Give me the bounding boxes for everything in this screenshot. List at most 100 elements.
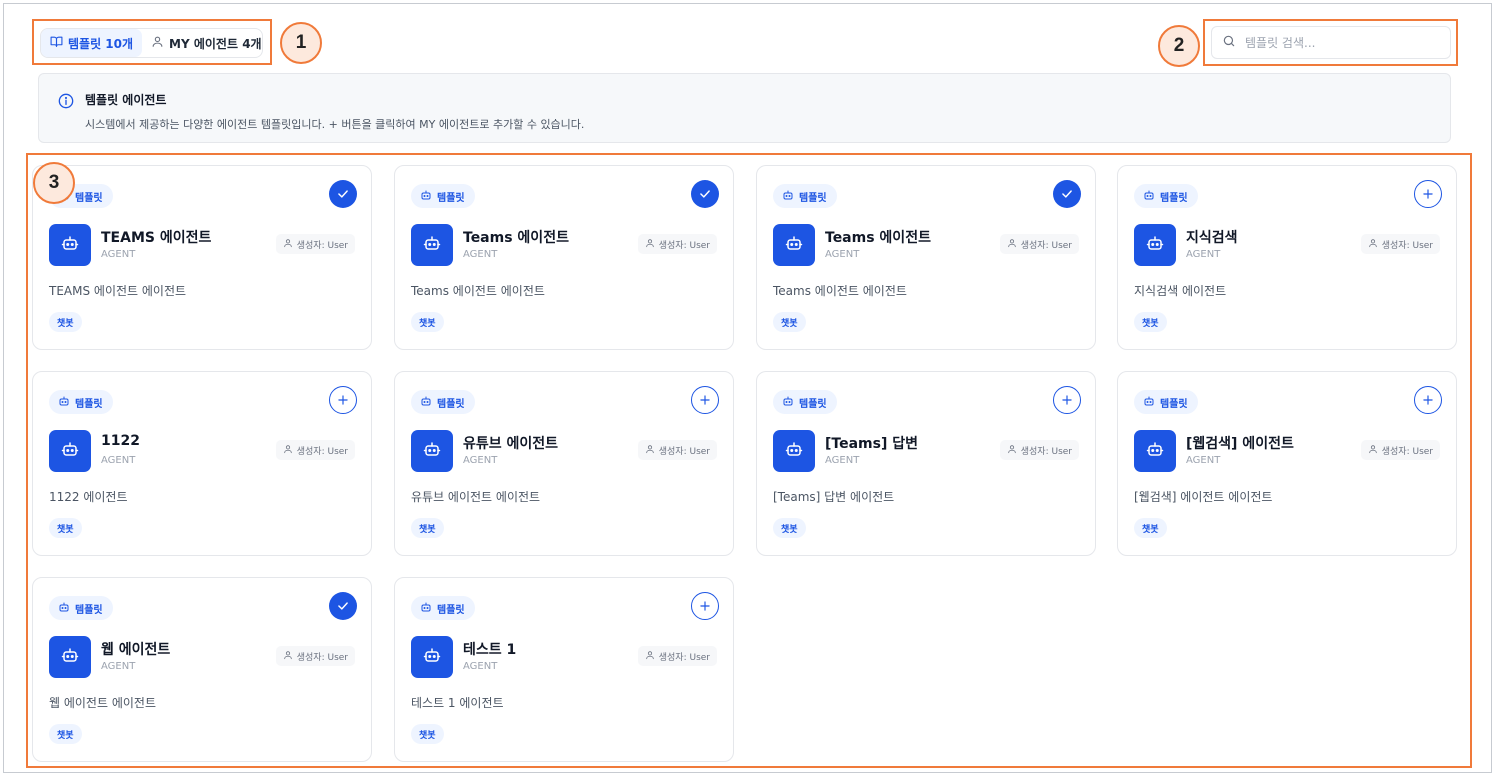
creator-badge: 생성자: User (999, 234, 1079, 254)
robot-icon (1143, 189, 1155, 204)
added-check-button[interactable] (1053, 180, 1081, 208)
category-tag: 챗봇 (773, 518, 806, 538)
category-tag: 챗봇 (1134, 312, 1167, 332)
template-badge-label: 템플릿 (1160, 192, 1188, 204)
template-badge-label: 템플릿 (75, 192, 103, 204)
agent-card[interactable]: 템플릿 유튜브 에이전트 AGENT 생성자: User 유튜브 에이전트 에이… (394, 371, 734, 556)
creator-badge: 생성자: User (637, 646, 717, 666)
template-badge-label: 템플릿 (437, 192, 465, 204)
agent-card[interactable]: 템플릿 테스트 1 AGENT 생성자: User 테스트 1 에이전트 챗봇 (394, 577, 734, 762)
search-input[interactable] (1245, 35, 1435, 50)
agent-avatar (1134, 430, 1176, 472)
robot-icon (423, 646, 441, 668)
agent-type: AGENT (101, 455, 136, 466)
tab-switcher: 템플릿 10개 MY 에이전트 4개 (40, 28, 263, 58)
agent-avatar (411, 224, 453, 266)
agent-description: Teams 에이전트 에이전트 (411, 284, 545, 298)
creator-label: 생성자: User (1381, 240, 1433, 251)
template-badge-label: 템플릿 (75, 604, 103, 616)
creator-label: 생성자: User (296, 240, 348, 251)
added-check-button[interactable] (329, 180, 357, 208)
robot-icon (423, 440, 441, 462)
creator-badge: 생성자: User (275, 440, 355, 460)
tab-my-agents-label: MY 에이전트 4개 (169, 36, 262, 51)
agent-name: 테스트 1 (463, 642, 517, 658)
robot-icon (785, 440, 803, 462)
robot-icon (1146, 440, 1164, 462)
user-icon (1368, 238, 1378, 251)
creator-badge: 생성자: User (999, 440, 1079, 460)
template-badge: 템플릿 (773, 184, 837, 208)
tab-templates-label: 템플릿 10개 (68, 36, 134, 51)
category-tag: 챗봇 (49, 312, 82, 332)
add-to-my-agents-button[interactable] (1414, 386, 1442, 414)
added-check-button[interactable] (329, 592, 357, 620)
add-to-my-agents-button[interactable] (329, 386, 357, 414)
creator-badge: 생성자: User (1360, 234, 1440, 254)
plus-icon (1060, 393, 1074, 407)
agent-description: 유튜브 에이전트 에이전트 (411, 490, 541, 504)
add-to-my-agents-button[interactable] (691, 386, 719, 414)
agent-card[interactable]: 템플릿 TEAMS 에이전트 AGENT 생성자: User TEAMS 에이전… (32, 165, 372, 350)
category-tag: 챗봇 (773, 312, 806, 332)
robot-icon (420, 395, 432, 410)
robot-icon (785, 234, 803, 256)
add-to-my-agents-button[interactable] (1053, 386, 1081, 414)
agent-type: AGENT (825, 249, 860, 260)
search-icon (1222, 33, 1236, 52)
agent-name: 지식검색 (1186, 230, 1238, 246)
agent-description: 테스트 1 에이전트 (411, 696, 504, 710)
creator-badge: 생성자: User (1360, 440, 1440, 460)
template-badge: 템플릿 (411, 184, 475, 208)
robot-icon (423, 234, 441, 256)
agent-card[interactable]: 템플릿 [Teams] 답변 AGENT 생성자: User [Teams] 답… (756, 371, 1096, 556)
agent-card[interactable]: 템플릿 [웹검색] 에이전트 AGENT 생성자: User [웹검색] 에이전… (1117, 371, 1457, 556)
info-icon (58, 93, 74, 109)
agent-card[interactable]: 템플릿 지식검색 AGENT 생성자: User 지식검색 에이전트 챗봇 (1117, 165, 1457, 350)
add-to-my-agents-button[interactable] (691, 592, 719, 620)
user-icon (1007, 238, 1017, 251)
agent-type: AGENT (463, 249, 498, 260)
agent-avatar (1134, 224, 1176, 266)
agent-description: 1122 에이전트 (49, 490, 128, 504)
agent-description: [Teams] 답변 에이전트 (773, 490, 895, 504)
info-title: 템플릿 에이전트 (85, 93, 167, 107)
template-badge: 템플릿 (773, 390, 837, 414)
tab-switcher-highlight: 템플릿 10개 MY 에이전트 4개 (32, 19, 272, 65)
template-badge: 템플릿 (411, 390, 475, 414)
tab-my-agents[interactable]: MY 에이전트 4개 (142, 29, 271, 57)
template-badge-label: 템플릿 (437, 398, 465, 410)
robot-icon (420, 189, 432, 204)
template-badge-label: 템플릿 (799, 192, 827, 204)
plus-icon (336, 393, 350, 407)
category-tag: 챗봇 (411, 518, 444, 538)
agent-type: AGENT (1186, 249, 1221, 260)
book-icon (50, 35, 63, 51)
creator-badge: 생성자: User (637, 234, 717, 254)
tab-templates[interactable]: 템플릿 10개 (41, 29, 143, 57)
user-icon (283, 444, 293, 457)
user-icon (1007, 444, 1017, 457)
search-box (1211, 26, 1451, 59)
agent-type: AGENT (463, 661, 498, 672)
agent-type: AGENT (101, 249, 136, 260)
agent-card[interactable]: 템플릿 1122 AGENT 생성자: User 1122 에이전트 챗봇 (32, 371, 372, 556)
robot-icon (61, 646, 79, 668)
plus-icon (1421, 393, 1435, 407)
robot-icon (782, 395, 794, 410)
creator-label: 생성자: User (296, 446, 348, 457)
check-icon (1060, 187, 1074, 201)
user-icon (645, 238, 655, 251)
add-to-my-agents-button[interactable] (1414, 180, 1442, 208)
agent-name: 1122 (101, 433, 140, 449)
agent-card[interactable]: 템플릿 Teams 에이전트 AGENT 생성자: User Teams 에이전… (756, 165, 1096, 350)
agent-avatar (773, 224, 815, 266)
check-icon (336, 599, 350, 613)
agent-avatar (773, 430, 815, 472)
template-badge: 템플릿 (1134, 184, 1198, 208)
added-check-button[interactable] (691, 180, 719, 208)
template-badge: 템플릿 (1134, 390, 1198, 414)
agent-card[interactable]: 템플릿 Teams 에이전트 AGENT 생성자: User Teams 에이전… (394, 165, 734, 350)
agent-card[interactable]: 템플릿 웹 에이전트 AGENT 생성자: User 웹 에이전트 에이전트 챗… (32, 577, 372, 762)
creator-badge: 생성자: User (637, 440, 717, 460)
